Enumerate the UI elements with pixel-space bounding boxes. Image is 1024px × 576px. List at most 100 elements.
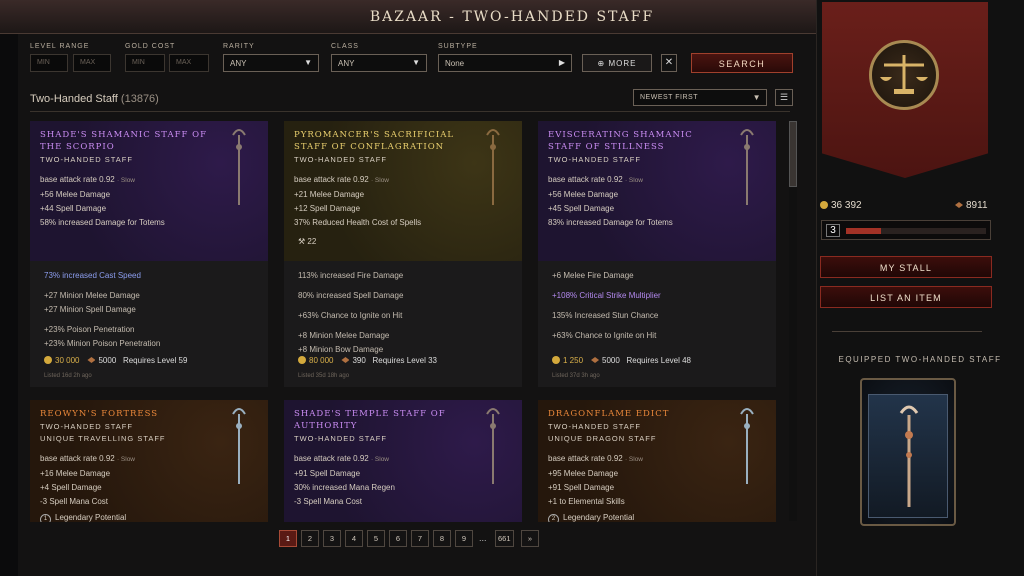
affix-line: +6 Melee Fire Damage	[552, 271, 634, 280]
item-affixes: +6 Melee Fire Damage +108% Critical Strik…	[538, 261, 776, 387]
item-card[interactable]: Shade's Temple Staff of Authority Two-Han…	[284, 400, 522, 522]
forging-potential-value: 22	[307, 237, 317, 246]
staff-icon	[899, 405, 919, 507]
legendary-potential: 2 Legendary Potential	[548, 513, 766, 522]
class-select[interactable]: ANY ▼	[331, 54, 427, 72]
page-button[interactable]: 5	[367, 530, 385, 547]
shard-amount: 8911	[966, 200, 988, 211]
class-value: ANY	[338, 59, 355, 68]
item-card[interactable]: Pyromancer's Sacrificial Staff of Confla…	[284, 121, 522, 387]
staff-item-icon	[740, 129, 754, 205]
affix-line: +23% Minion Poison Penetration	[44, 339, 161, 348]
page-button[interactable]: 7	[411, 530, 429, 547]
gold-coin-icon	[820, 201, 828, 209]
list-view-icon[interactable]: ☰	[775, 89, 793, 106]
my-stall-button[interactable]: MY STALL	[820, 256, 992, 278]
item-requirement: Requires Level 59	[122, 356, 188, 365]
affix-line: 135% Increased Stun Chance	[552, 311, 659, 320]
scales-emblem-icon	[869, 40, 939, 110]
level-min-input[interactable]: MIN	[30, 54, 68, 72]
gold-coin-icon	[552, 356, 560, 364]
rarity-select[interactable]: ANY ▼	[223, 54, 319, 72]
item-shards: 390	[352, 356, 366, 365]
item-name: Shade's Shamanic Staff of the Scorpio	[40, 130, 208, 152]
attack-speed-tag: · Slow	[370, 456, 389, 463]
scrollbar[interactable]	[789, 121, 797, 521]
page-button[interactable]: 2	[301, 530, 319, 547]
more-label: MORE	[608, 59, 637, 68]
affix-line: +27 Minion Spell Damage	[44, 305, 136, 314]
next-page-button[interactable]: »	[521, 530, 539, 547]
item-requirement: Requires Level 48	[626, 356, 691, 365]
stat-line: -3 Spell Mana Cost	[294, 497, 363, 506]
forging-potential: ⚒ 22	[298, 237, 316, 246]
divider	[30, 111, 790, 112]
results-title-text: Two-Handed Staff	[30, 93, 118, 105]
item-card[interactable]: Shade's Shamanic Staff of the Scorpio Two…	[30, 121, 268, 387]
item-price-row: 1 250 5000 Requires Level 48	[552, 354, 691, 368]
item-price: 30 000	[55, 356, 80, 365]
item-name: Reowyn's Fortress	[40, 409, 159, 419]
attack-speed-tag: · Slow	[624, 456, 643, 463]
affix-line: 113% increased Fire Damage	[298, 271, 404, 280]
item-affixes: 73% increased Cast Speed +27 Minion Melee…	[30, 261, 268, 387]
item-name: Eviscerating Shamanic Staff of Stillness	[548, 130, 693, 152]
staff-item-icon	[486, 129, 500, 205]
chevron-down-icon: ▼	[412, 58, 420, 67]
list-item-button[interactable]: LIST AN ITEM	[820, 286, 992, 308]
item-price: 1 250	[563, 356, 584, 365]
item-card[interactable]: Dragonflame Edict Two-Handed Staff Unique …	[538, 400, 776, 522]
affix-line: +27 Minion Melee Damage	[44, 291, 140, 300]
lp-icon: 2	[548, 514, 559, 522]
staff-item-icon	[740, 408, 754, 484]
gold-cost-label: GOLD COST	[125, 43, 176, 50]
stall-level-number: 3	[826, 224, 840, 237]
item-listed-time: Listed 37d 3h ago	[552, 373, 600, 379]
gold-max-input[interactable]: MAX	[169, 54, 209, 72]
item-name: Dragonflame Edict	[548, 409, 670, 419]
item-card[interactable]: Eviscerating Shamanic Staff of Stillness…	[538, 121, 776, 387]
more-filters-button[interactable]: ⊕ MORE	[582, 54, 652, 72]
staff-item-icon	[486, 408, 500, 484]
item-price-row: 30 000 5000 Requires Level 59	[44, 354, 187, 368]
plus-icon: ⊕	[597, 59, 609, 68]
scrollbar-thumb[interactable]	[789, 121, 797, 187]
chevron-right-icon: ▶	[558, 58, 565, 67]
item-price-row: 80 000 390 Requires Level 33	[298, 354, 437, 368]
page-button[interactable]: 4	[345, 530, 363, 547]
page-button[interactable]: 3	[323, 530, 341, 547]
equipped-staff-slot[interactable]	[868, 394, 948, 518]
stat-line: 83% increased Damage for Totems	[548, 218, 673, 227]
page-button[interactable]: 1	[279, 530, 297, 547]
pagination-ellipsis: ...	[479, 533, 487, 543]
affix-line: +63% Chance to Ignite on Hit	[298, 311, 403, 320]
search-button[interactable]: SEARCH	[691, 53, 793, 73]
item-card[interactable]: Reowyn's Fortress Two-Handed Staff Unique …	[30, 400, 268, 522]
staff-item-icon	[232, 408, 246, 484]
affix-line: +8 Minion Melee Damage	[298, 331, 390, 340]
legendary-potential-label: Legendary Potential	[55, 513, 127, 522]
page-button[interactable]: 9	[455, 530, 473, 547]
page-button[interactable]: 6	[389, 530, 407, 547]
level-max-input[interactable]: MAX	[73, 54, 111, 72]
sort-value: NEWEST FIRST	[640, 94, 698, 101]
gold-min-input[interactable]: MIN	[125, 54, 165, 72]
rarity-label: RARITY	[223, 43, 255, 50]
shard-icon	[341, 357, 350, 363]
stat-line: +1 to Elemental Skills	[548, 497, 625, 506]
page-button[interactable]: 8	[433, 530, 451, 547]
item-listed-time: Listed 16d 2h ago	[44, 373, 92, 379]
affix-line: 73% increased Cast Speed	[44, 271, 141, 280]
item-name: Shade's Temple Staff of Authority	[294, 409, 446, 431]
item-name: Pyromancer's Sacrificial Staff of Confla…	[294, 130, 455, 152]
affix-line: +63% Chance to Ignite on Hit	[552, 331, 657, 340]
page-button[interactable]: 661	[495, 530, 514, 547]
item-requirement: Requires Level 33	[372, 356, 437, 365]
gold-coin-icon	[44, 356, 52, 364]
clear-filters-button[interactable]: ✕	[661, 54, 677, 72]
rarity-value: ANY	[230, 59, 247, 68]
stall-level-bar	[846, 228, 986, 234]
item-affixes: 113% increased Fire Damage 80% increased …	[284, 261, 522, 387]
sort-select[interactable]: NEWEST FIRST ▼	[633, 89, 767, 106]
subtype-select[interactable]: None ▶	[438, 54, 572, 72]
